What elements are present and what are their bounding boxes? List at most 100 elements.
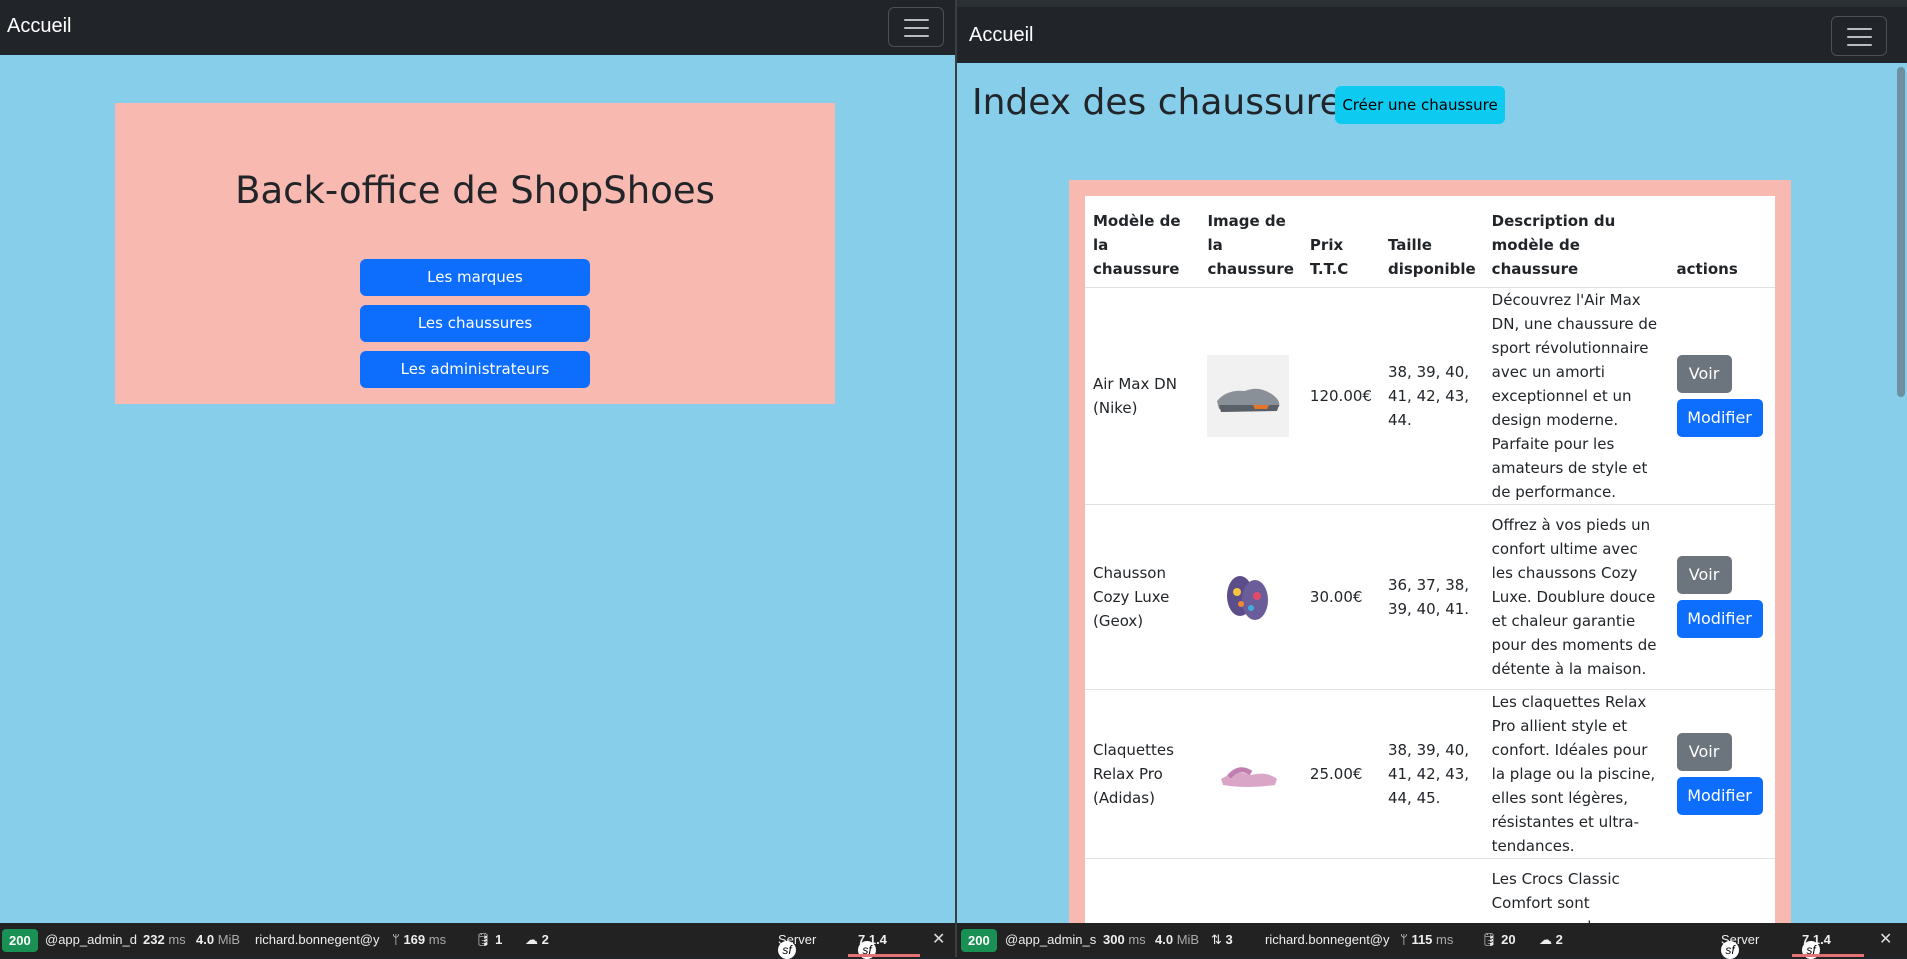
debug-toolbar-right: 200 @app_admin_s 300 ms 4.0 MiB ⇅ 3 rich…: [957, 923, 1907, 959]
request-time-value: 300: [1103, 932, 1125, 947]
request-time-unit: ms: [1128, 932, 1146, 947]
twig-time-unit: ms: [1436, 932, 1454, 947]
sandal-image: [1207, 732, 1290, 815]
actions-cell: Voir Modifier: [1668, 504, 1775, 690]
table-row: Claquettes Relax Pro (Adidas) 25.00€ 38,…: [1085, 689, 1775, 859]
hamburger-icon-line: [904, 35, 929, 37]
view-button[interactable]: Voir: [1676, 555, 1732, 594]
vertical-scrollbar[interactable]: [1895, 63, 1907, 923]
image-cell: [1199, 504, 1302, 690]
twig-time[interactable]: ᛘ 115 ms: [1400, 932, 1453, 947]
request-time[interactable]: 300 ms: [1103, 932, 1146, 947]
database-queries[interactable]: 🛢 20: [1481, 932, 1516, 948]
sizes-cell: 38, 39, 40, 41, 42, 43, 44.: [1379, 287, 1484, 505]
cloud-upload-icon: ☁: [1539, 932, 1552, 947]
model-cell: Claquettes Relax Pro (Adidas): [1085, 689, 1200, 859]
user-name[interactable]: richard.bonnegent@y: [1265, 932, 1390, 947]
twig-time-unit: ms: [428, 932, 447, 947]
edit-button[interactable]: Modifier: [1676, 776, 1763, 815]
navbar-toggler-button[interactable]: [1831, 16, 1887, 56]
model-cell: Chausson Cozy Luxe (Geox): [1085, 504, 1200, 690]
hamburger-icon-line: [904, 27, 929, 29]
hamburger-icon: [1847, 28, 1872, 30]
uploads[interactable]: ☁ 2: [1539, 932, 1563, 948]
page-title: Index des chaussures: [972, 82, 1361, 123]
status-badge[interactable]: 200: [2, 929, 38, 952]
requests-count[interactable]: ⇅ 3: [1211, 932, 1233, 948]
memory-usage[interactable]: 4.0 MiB: [1155, 932, 1199, 947]
shoes-button[interactable]: Les chaussures: [360, 305, 590, 342]
navbar-brand[interactable]: Accueil: [7, 15, 71, 38]
column-header: Description du modèle de chaussure: [1483, 196, 1669, 288]
server-info[interactable]: sf Server: [1721, 932, 1759, 959]
upload-count: 2: [541, 932, 549, 947]
request-time-value: 232: [143, 932, 165, 947]
server-info[interactable]: sf Server: [778, 932, 816, 959]
symfony-icon: sf: [778, 941, 796, 959]
description-cell: Les claquettes Relax Pro allient style e…: [1483, 689, 1669, 859]
navbar: Accueil: [957, 7, 1907, 63]
window-top-strip: [957, 0, 1907, 7]
column-header: actions: [1668, 196, 1775, 288]
memory-unit: MiB: [1176, 932, 1200, 947]
memory-value: 4.0: [1155, 932, 1174, 947]
model-cell: Air Max DN (Nike): [1085, 287, 1200, 505]
database-icon: 🛢: [475, 932, 492, 947]
table-frame: Modèle de la chaussure Image de la chaus…: [1069, 180, 1791, 957]
route-name[interactable]: @app_admin_s: [1005, 932, 1096, 947]
column-header: Modèle de la chaussure: [1085, 196, 1200, 288]
database-count: 20: [1501, 932, 1516, 947]
cloud-upload-icon: ☁: [525, 932, 538, 947]
hamburger-icon-line: [1847, 36, 1872, 38]
memory-unit: MiB: [217, 932, 241, 947]
sizes-cell: 38, 39, 40, 41, 42, 43, 44, 45.: [1379, 689, 1484, 859]
memory-usage[interactable]: 4.0 MiB: [196, 932, 240, 947]
hamburger-icon-line: [1847, 44, 1872, 46]
actions-cell: Voir Modifier: [1668, 287, 1775, 505]
shoes-table: Modèle de la chaussure Image de la chaus…: [1085, 196, 1775, 957]
symfony-version[interactable]: sf 7.1.4: [1802, 932, 1831, 959]
requests-value: 3: [1225, 932, 1233, 947]
request-time[interactable]: 232 ms: [143, 932, 186, 947]
administrators-button[interactable]: Les administrateurs: [360, 351, 590, 388]
uploads[interactable]: ☁ 2: [525, 932, 549, 948]
view-button[interactable]: Voir: [1676, 354, 1732, 393]
symfony-icon: sf: [1721, 941, 1739, 959]
view-button[interactable]: Voir: [1676, 732, 1732, 771]
database-queries[interactable]: 🛢 1: [475, 932, 502, 948]
memory-value: 4.0: [196, 932, 215, 947]
image-cell: [1199, 287, 1302, 505]
description-cell: Découvrez l'Air Max DN, une chaussure de…: [1483, 287, 1669, 505]
close-icon[interactable]: ✕: [932, 929, 945, 949]
sizes-cell: 36, 37, 38, 39, 40, 41.: [1379, 504, 1484, 690]
twig-icon: ᛘ: [1400, 932, 1408, 947]
slipper-image: [1207, 555, 1290, 638]
close-icon[interactable]: ✕: [1879, 929, 1892, 949]
image-cell: [1199, 689, 1302, 859]
price-cell: 30.00€: [1301, 504, 1380, 690]
scrollbar-thumb[interactable]: [1897, 67, 1905, 397]
create-shoe-button[interactable]: Créer une chaussure: [1335, 86, 1505, 124]
column-header: Prix T.T.C: [1301, 196, 1380, 288]
request-time-unit: ms: [168, 932, 186, 947]
twig-time-value: 169: [403, 932, 426, 947]
route-name[interactable]: @app_admin_d: [45, 932, 137, 947]
symfony-version[interactable]: sf 7.1.4: [858, 932, 887, 959]
description-cell: Offrez à vos pieds un confort ultime ave…: [1483, 504, 1669, 690]
navbar-toggler-button[interactable]: [888, 7, 944, 47]
navbar-brand[interactable]: Accueil: [969, 24, 1033, 47]
table-row: Chausson Cozy Luxe (Geox) 30.00€ 36, 37,…: [1085, 504, 1775, 690]
edit-button[interactable]: Modifier: [1676, 599, 1763, 638]
debug-toolbar-left: 200 @app_admin_d 232 ms 4.0 MiB richard.…: [0, 923, 955, 959]
twig-icon: ᛘ: [392, 932, 400, 947]
table-header-row: Modèle de la chaussure Image de la chaus…: [1085, 196, 1775, 288]
edit-button[interactable]: Modifier: [1676, 398, 1763, 437]
hero-title: Back-office de ShopShoes: [235, 169, 715, 212]
twig-time[interactable]: ᛘ 169 ms: [392, 932, 446, 947]
price-cell: 25.00€: [1301, 689, 1380, 859]
user-name[interactable]: richard.bonnegent@y: [255, 932, 380, 947]
status-badge[interactable]: 200: [961, 929, 997, 952]
price-cell: 120.00€: [1301, 287, 1380, 505]
hero-card: Back-office de ShopShoes Les marques Les…: [115, 103, 835, 404]
brands-button[interactable]: Les marques: [360, 259, 590, 296]
